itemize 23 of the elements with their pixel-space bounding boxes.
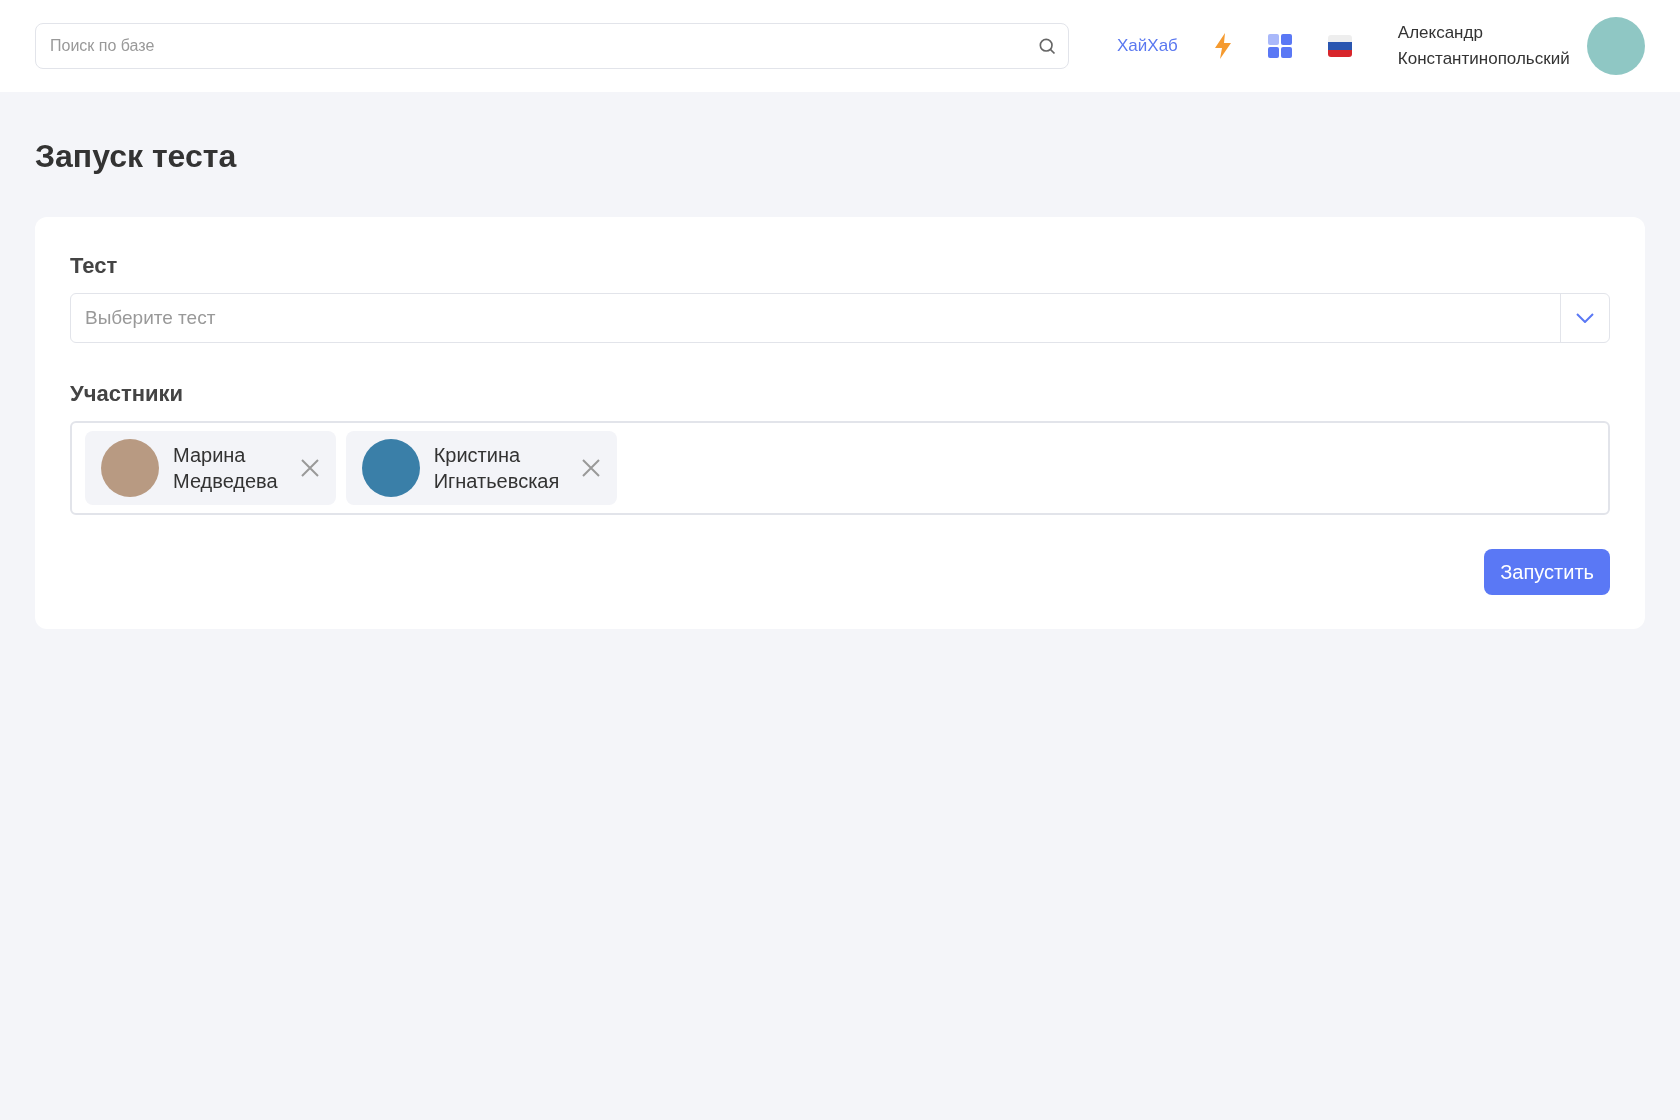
participant-name: Марина Медведева [173, 443, 278, 494]
close-icon [581, 458, 602, 478]
chevron-down-icon [1576, 313, 1594, 323]
avatar [101, 439, 159, 497]
remove-button[interactable] [299, 458, 320, 478]
participant-name: Кристина Игнатьевская [433, 443, 560, 494]
lightning-icon[interactable] [1213, 33, 1232, 59]
search-field[interactable]: Поиск по базе [35, 23, 1069, 69]
search-icon [1037, 36, 1057, 56]
field-label: Участники [70, 381, 185, 407]
participants-field[interactable]: Марина Медведева Кристина Игнатьевская [70, 421, 1610, 515]
field-label: Тест [70, 253, 119, 279]
close-icon [299, 458, 320, 478]
avatar [361, 439, 420, 497]
header-link[interactable]: ХайХаб [1117, 36, 1178, 56]
avatar[interactable] [1587, 17, 1645, 75]
launch-button[interactable]: Запустить [1484, 549, 1610, 595]
grid-icon[interactable] [1267, 34, 1292, 58]
remove-button[interactable] [581, 458, 602, 478]
test-select[interactable]: Выберите тест [70, 293, 1610, 343]
page-title: Запуск теста [35, 138, 238, 175]
user-name: Александр Константинопольский [1397, 22, 1570, 70]
flag-icon[interactable] [1327, 35, 1352, 57]
